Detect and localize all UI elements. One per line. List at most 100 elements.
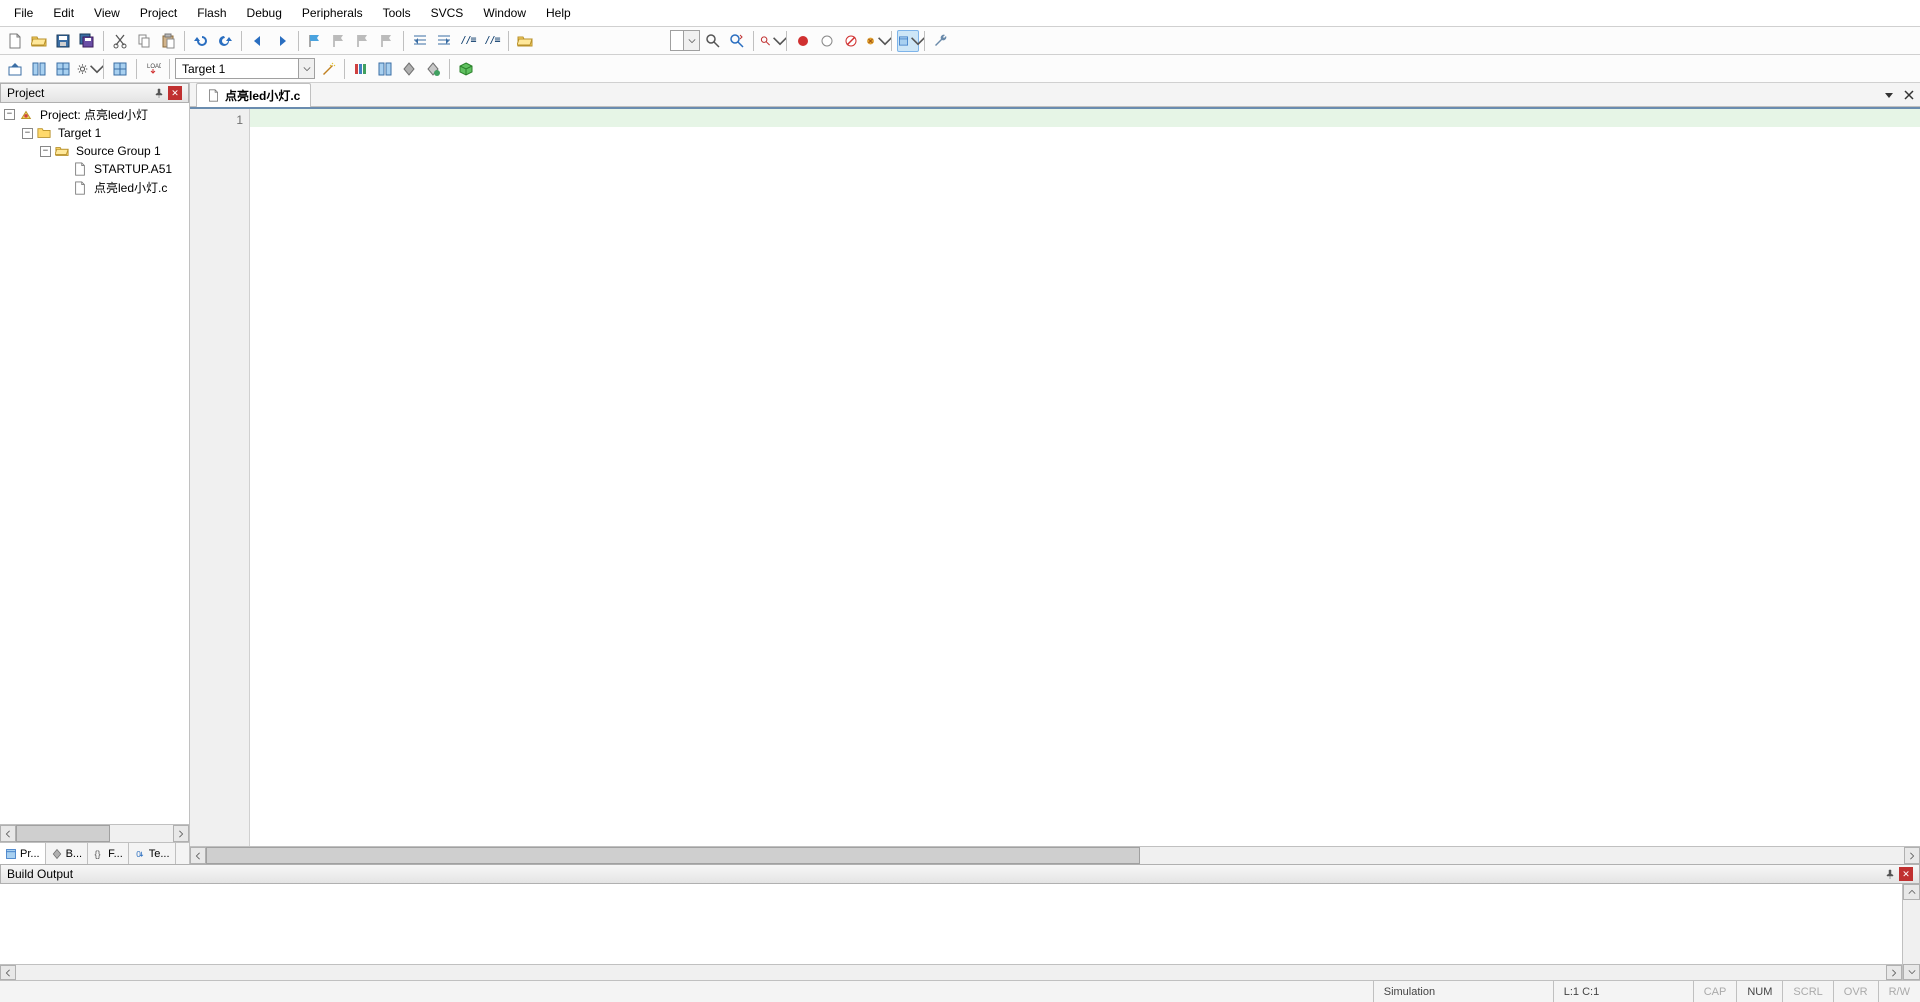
window-menu-button[interactable] xyxy=(1880,86,1898,104)
tree-project-root[interactable]: − Project: 点亮led小灯 xyxy=(0,105,189,124)
pack-installer-button[interactable] xyxy=(455,58,477,80)
nav-forward-button[interactable] xyxy=(271,30,293,52)
menu-peripherals[interactable]: Peripherals xyxy=(292,2,373,24)
find-in-files-button[interactable] xyxy=(702,30,724,52)
comment-toggle-button[interactable]: //≡ xyxy=(457,30,479,52)
scroll-track[interactable] xyxy=(16,965,1886,980)
tree-label: Source Group 1 xyxy=(74,144,163,158)
indent-right-button[interactable] xyxy=(433,30,455,52)
bookmark-toggle-button[interactable] xyxy=(304,30,326,52)
pin-button[interactable] xyxy=(1883,867,1897,881)
tab-books[interactable]: B... xyxy=(46,843,89,864)
scroll-track[interactable] xyxy=(16,825,173,842)
manage-books-button[interactable] xyxy=(374,58,396,80)
undo-button[interactable] xyxy=(190,30,212,52)
toolbar-separator xyxy=(891,31,892,51)
tab-functions[interactable]: F... xyxy=(88,843,129,864)
cut-button[interactable] xyxy=(109,30,131,52)
tree-file[interactable]: 点亮led小灯.c xyxy=(0,178,189,197)
copy-button[interactable] xyxy=(133,30,155,52)
breakpoint-enable-button[interactable] xyxy=(816,30,838,52)
download-button[interactable] xyxy=(142,58,164,80)
window-close-button[interactable] xyxy=(1900,86,1918,104)
build-vscroll[interactable] xyxy=(1902,884,1920,980)
window-layout-button[interactable] xyxy=(897,30,919,52)
editor-tab[interactable]: 点亮led小灯.c xyxy=(196,83,311,107)
redo-button[interactable] xyxy=(214,30,236,52)
scroll-up-button[interactable] xyxy=(1903,884,1920,900)
open-folder-button[interactable] xyxy=(514,30,536,52)
editor-hscroll[interactable] xyxy=(190,846,1920,864)
scroll-down-button[interactable] xyxy=(1903,964,1920,980)
build-hscroll[interactable] xyxy=(0,964,1902,980)
batch-build-button[interactable] xyxy=(76,58,98,80)
main-area: Project ✕ − Project: 点亮led小灯 − Target 1 … xyxy=(0,83,1920,864)
status-num: NUM xyxy=(1736,981,1782,1002)
scroll-right-button[interactable] xyxy=(173,825,189,842)
tree-source-group[interactable]: − Source Group 1 xyxy=(0,142,189,160)
translate-button[interactable] xyxy=(4,58,26,80)
bookmark-clear-button[interactable] xyxy=(376,30,398,52)
new-file-button[interactable] xyxy=(4,30,26,52)
save-all-button[interactable] xyxy=(76,30,98,52)
collapse-icon[interactable]: − xyxy=(4,109,15,120)
scroll-thumb[interactable] xyxy=(206,847,1140,864)
incremental-search-button[interactable] xyxy=(726,30,748,52)
project-tree[interactable]: − Project: 点亮led小灯 − Target 1 − Source G… xyxy=(0,103,189,824)
nav-back-button[interactable] xyxy=(247,30,269,52)
tab-project[interactable]: Pr... xyxy=(0,843,46,864)
paste-button[interactable] xyxy=(157,30,179,52)
menu-tools[interactable]: Tools xyxy=(373,2,421,24)
pin-button[interactable] xyxy=(152,86,166,100)
bookmark-prev-button[interactable] xyxy=(328,30,350,52)
collapse-icon[interactable]: − xyxy=(22,128,33,139)
menu-debug[interactable]: Debug xyxy=(237,2,292,24)
find-combo[interactable] xyxy=(670,30,700,51)
menu-edit[interactable]: Edit xyxy=(43,2,84,24)
manage-rte-button[interactable] xyxy=(422,58,444,80)
breakpoint-disable-button[interactable] xyxy=(840,30,862,52)
build-output-text[interactable] xyxy=(0,884,1902,964)
scroll-track[interactable] xyxy=(206,847,1904,864)
scroll-thumb[interactable] xyxy=(16,825,110,842)
status-cap: CAP xyxy=(1693,981,1737,1002)
bookmark-next-button[interactable] xyxy=(352,30,374,52)
rebuild-button[interactable] xyxy=(52,58,74,80)
breakpoint-insert-button[interactable] xyxy=(792,30,814,52)
collapse-icon[interactable]: − xyxy=(40,146,51,157)
menu-help[interactable]: Help xyxy=(536,2,581,24)
scroll-left-button[interactable] xyxy=(0,825,16,842)
menu-svcs[interactable]: SVCS xyxy=(421,2,474,24)
debug-start-button[interactable] xyxy=(759,30,781,52)
comment-block-button[interactable]: //≡ xyxy=(481,30,503,52)
menu-window[interactable]: Window xyxy=(473,2,536,24)
menu-project[interactable]: Project xyxy=(130,2,187,24)
file-extensions-button[interactable] xyxy=(350,58,372,80)
project-hscroll[interactable] xyxy=(0,824,189,842)
configure-button[interactable] xyxy=(930,30,952,52)
tree-target[interactable]: − Target 1 xyxy=(0,124,189,142)
menu-file[interactable]: File xyxy=(4,2,43,24)
indent-left-button[interactable] xyxy=(409,30,431,52)
scroll-right-button[interactable] xyxy=(1886,965,1902,980)
target-options-button[interactable] xyxy=(317,58,339,80)
open-file-button[interactable] xyxy=(28,30,50,52)
breakpoint-kill-button[interactable] xyxy=(864,30,886,52)
close-button[interactable]: ✕ xyxy=(1899,867,1913,881)
scroll-track[interactable] xyxy=(1903,900,1920,964)
menu-flash[interactable]: Flash xyxy=(187,2,236,24)
editor-gutter: 1 xyxy=(190,109,250,846)
menu-view[interactable]: View xyxy=(84,2,130,24)
scroll-left-button[interactable] xyxy=(0,965,16,980)
target-select[interactable]: Target 1 xyxy=(175,58,315,79)
close-button[interactable]: ✕ xyxy=(168,86,182,100)
scroll-right-button[interactable] xyxy=(1904,847,1920,864)
save-button[interactable] xyxy=(52,30,74,52)
tab-templates[interactable]: Te... xyxy=(129,843,176,864)
stop-build-button[interactable] xyxy=(109,58,131,80)
tree-file[interactable]: STARTUP.A51 xyxy=(0,160,189,178)
scroll-left-button[interactable] xyxy=(190,847,206,864)
build-button[interactable] xyxy=(28,58,50,80)
code-editor[interactable] xyxy=(250,109,1920,846)
manage-components-button[interactable] xyxy=(398,58,420,80)
